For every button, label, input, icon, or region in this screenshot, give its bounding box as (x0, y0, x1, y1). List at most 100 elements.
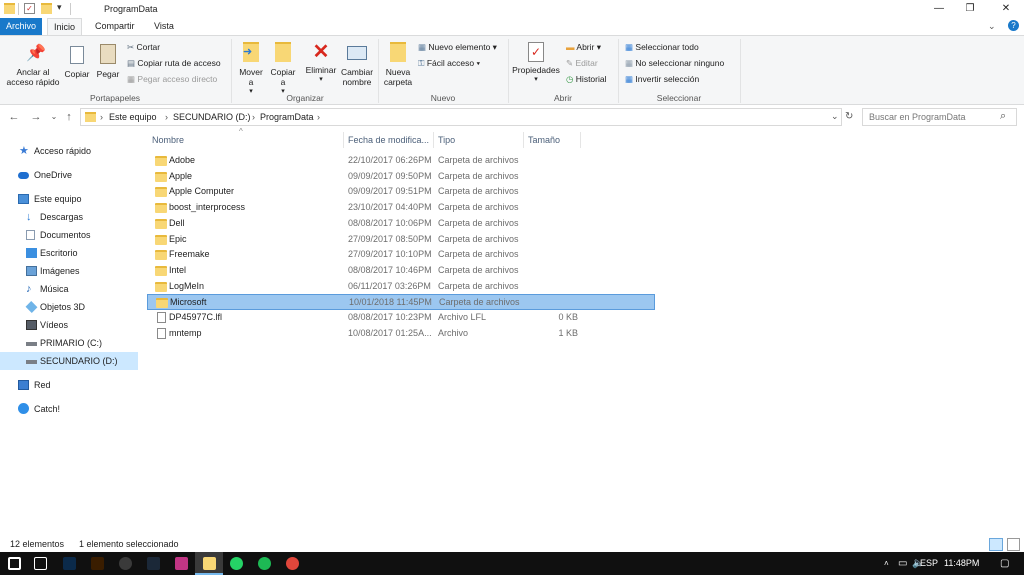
instagram-taskbar-button[interactable] (167, 552, 195, 575)
file-explorer-taskbar-button[interactable] (195, 552, 223, 575)
nav-item-catch[interactable]: Catch! (0, 400, 138, 418)
maximize-button[interactable]: ❐ (955, 0, 985, 18)
file-row[interactable]: Intel 08/08/2017 10:46PM Carpeta de archiv… (147, 263, 655, 279)
refresh-icon[interactable]: ↻ (845, 111, 853, 122)
column-header-nombre[interactable]: Nombre (152, 132, 184, 148)
address-bar[interactable]: › Este equipo › SECUNDARIO (D:) › Progra… (80, 108, 842, 126)
file-name: LogMeIn (169, 280, 205, 291)
properties-check-icon[interactable]: ✓ (24, 3, 35, 14)
copy-to-button[interactable]: Copiar a ▾ (268, 42, 298, 97)
breadcrumb-programdata[interactable]: ProgramData (260, 112, 314, 122)
copy-label: Copiar (64, 69, 90, 79)
nav-item-secundario[interactable]: SECUNDARIO (D:) (0, 352, 138, 370)
file-row[interactable]: Microsoft 10/01/2018 11:45PM Carpeta de ar… (147, 294, 655, 310)
tab-compartir[interactable]: Compartir (89, 18, 141, 35)
help-icon[interactable]: ? (1008, 20, 1019, 31)
file-row[interactable]: Freemake 27/09/2017 10:10PM Carpeta de arc… (147, 247, 655, 263)
column-header-tipo[interactable]: Tipo (438, 132, 455, 148)
invert-selection-button[interactable]: ▦ Invertir selección (625, 74, 699, 85)
open-button[interactable]: ▬ Abrir ▾ (566, 42, 601, 53)
divider (580, 132, 581, 148)
sort-up-icon: ^ (239, 127, 243, 136)
file-type: Carpeta de archivos (438, 233, 519, 244)
tab-vista[interactable]: Vista (148, 18, 180, 35)
spotify-taskbar-button[interactable] (250, 552, 278, 575)
easy-access-button[interactable]: ⚿ Fácil acceso ▾ (418, 58, 480, 69)
task-view-taskbar-button[interactable] (26, 552, 54, 575)
details-view-icon[interactable] (989, 538, 1003, 551)
file-row[interactable]: Dell 08/08/2017 10:06PM Carpeta de archivo… (147, 216, 655, 232)
file-row[interactable]: boost_interprocess 23/10/2017 04:40PM Carp… (147, 200, 655, 216)
folder-icon (155, 250, 167, 261)
file-row[interactable]: DP45977C.lfl 08/08/2017 10:23PM Archivo LF… (147, 310, 655, 326)
file-date: 06/11/2017 03:26PM (348, 280, 431, 291)
file-row[interactable]: Apple Computer 09/09/2017 09:51PM Carpeta … (147, 184, 655, 200)
file-date: 09/09/2017 09:50PM (348, 170, 432, 181)
folder-icon (155, 187, 167, 198)
file-row[interactable]: Epic 27/09/2017 08:50PM Carpeta de archivo… (147, 232, 655, 248)
copy-button[interactable]: Copiar (62, 44, 92, 79)
language-indicator[interactable]: ESP (920, 552, 938, 575)
properties-label: Propiedades (512, 65, 560, 75)
cut-button[interactable]: ✂ Cortar (127, 42, 160, 53)
file-row[interactable]: Apple 09/09/2017 09:50PM Carpeta de archiv… (147, 169, 655, 185)
network-icon (18, 380, 29, 390)
file-row[interactable]: LogMeIn 06/11/2017 03:26PM Carpeta de arch… (147, 279, 655, 295)
breadcrumb-este-equipo[interactable]: Este equipo (109, 112, 157, 122)
tab-inicio[interactable]: Inicio (47, 18, 83, 35)
minimize-button[interactable]: — (924, 0, 954, 18)
nav-item-red[interactable]: Red (0, 376, 138, 394)
address-dropdown-icon[interactable]: ⌄ (831, 111, 839, 122)
windows-start-taskbar-button[interactable] (0, 552, 28, 575)
file-row[interactable]: Adobe 22/10/2017 06:26PM Carpeta de archiv… (147, 153, 655, 169)
obs-taskbar-button[interactable] (111, 552, 139, 575)
paste-button[interactable]: Pegar (94, 44, 122, 79)
search-input[interactable]: Buscar en ProgramData ⌕ (862, 108, 1017, 126)
illustrator-taskbar-button[interactable] (83, 552, 111, 575)
new-folder-icon (390, 42, 406, 62)
large-icons-view-icon[interactable] (1007, 538, 1020, 551)
customize-quick-access-icon[interactable]: ▾ (57, 2, 62, 13)
select-none-button[interactable]: ▦ No seleccionar ninguno (625, 58, 724, 69)
back-button[interactable]: ← (6, 108, 22, 126)
forward-button[interactable]: → (28, 108, 44, 126)
column-header-fecha[interactable]: Fecha de modifica... (348, 132, 429, 148)
close-button[interactable]: ✕ (991, 0, 1021, 18)
file-name: Intel (169, 264, 187, 275)
chevron-down-icon: ▾ (534, 76, 538, 83)
divider (343, 132, 344, 148)
chrome-taskbar-button[interactable] (278, 552, 306, 575)
file-explorer-icon (203, 557, 216, 570)
properties-button[interactable]: ✓ Propiedades ▾ (512, 42, 560, 85)
delete-button[interactable]: ✕ Eliminar ▾ (304, 42, 338, 85)
move-to-button[interactable]: ➜ Mover a ▾ (236, 42, 266, 97)
tab-archivo[interactable]: Archivo (0, 18, 42, 35)
rename-button[interactable]: Cambiar nombre (339, 42, 375, 87)
file-row[interactable]: mntemp 10/08/2017 01:25A... Archivo 1 KB (147, 326, 655, 342)
selected-count: 1 elemento seleccionado (79, 539, 179, 549)
show-hidden-icons-icon[interactable]: ˄ (884, 552, 889, 575)
network-tray-icon[interactable]: ▭ (898, 552, 907, 575)
copy-path-icon: ▤ (127, 58, 136, 68)
up-button[interactable]: ↑ (61, 108, 77, 126)
photoshop-taskbar-button[interactable] (55, 552, 83, 575)
recent-locations-chevron-icon[interactable]: ⌄ (46, 108, 62, 126)
history-button[interactable]: ◷ Historial (566, 74, 607, 85)
divider (740, 39, 741, 103)
properties-check-icon: ✓ (528, 42, 544, 62)
pin-quick-access-button[interactable]: 📌 Anclar al acceso rápido (4, 44, 62, 87)
steam-taskbar-button[interactable] (139, 552, 167, 575)
new-folder-icon[interactable] (41, 3, 52, 14)
notifications-icon[interactable]: ▢ (1000, 552, 1009, 575)
clock[interactable]: 11:48PM (944, 552, 979, 575)
edit-button[interactable]: ✎ Editar (566, 58, 598, 69)
collapse-ribbon-icon[interactable]: ⌄ (988, 21, 996, 32)
column-header-tamano[interactable]: Tamaño (528, 132, 560, 148)
copy-path-button[interactable]: ▤ Copiar ruta de acceso (127, 58, 221, 69)
new-folder-button[interactable]: Nueva carpeta (382, 42, 414, 87)
select-all-button[interactable]: ▦ Seleccionar todo (625, 42, 699, 53)
new-item-button[interactable]: ▦ Nuevo elemento ▾ (418, 42, 497, 53)
breadcrumb-secundario[interactable]: SECUNDARIO (D:) (173, 112, 251, 122)
paste-shortcut-button[interactable]: ▦ Pegar acceso directo (127, 74, 217, 85)
whatsapp-taskbar-button[interactable] (222, 552, 250, 575)
